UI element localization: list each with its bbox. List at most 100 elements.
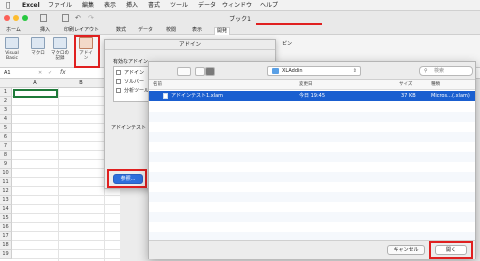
row-header[interactable]: 13 (0, 196, 12, 205)
macros-button[interactable]: マクロ (28, 37, 48, 66)
row-header[interactable]: 6 (0, 133, 12, 142)
row-header[interactable]: 14 (0, 205, 12, 214)
record-macro-icon (53, 37, 67, 49)
file-modified: 今日 19:45 (299, 93, 325, 99)
menu-format[interactable]: 書式 (148, 1, 160, 10)
record-macro-label: マクロの記録 (51, 51, 69, 61)
macro-icon (31, 37, 45, 49)
file-list-body[interactable] (149, 102, 475, 240)
column-name[interactable]: 名前 (153, 82, 162, 88)
tab-view[interactable]: 表示 (192, 27, 202, 34)
addins-list: アドイン ソルバー 分析ツール (113, 66, 153, 102)
row-header[interactable]: 7 (0, 142, 12, 151)
column-modified[interactable]: 変更日 (299, 82, 313, 88)
chevron-updown-icon: ⇕ (352, 68, 357, 74)
row-header[interactable]: 17 (0, 232, 12, 241)
row-header[interactable]: 16 (0, 223, 12, 232)
menu-data[interactable]: データ (198, 1, 216, 10)
menu-file[interactable]: ファイル (48, 1, 72, 10)
ribbon-tabs: ホーム 挿入 印刷レイアウト 数式 データ 校閲 表示 開発 (0, 26, 480, 35)
row-header[interactable]: 10 (0, 169, 12, 178)
tab-formulas[interactable]: 数式 (116, 27, 126, 34)
visual-basic-button[interactable]: Visual Basic (2, 37, 22, 66)
worksheet[interactable]: A B 1 2 3 4 5 6 7 8 9 10 11 12 13 14 15 16 17 18 19 (0, 79, 120, 261)
mac-menubar:  Excel ファイル 編集 表示 挿入 書式 ツール データ ウィンドウ ヘ… (0, 0, 480, 11)
row-header[interactable]: 11 (0, 178, 12, 187)
visual-basic-icon (5, 37, 19, 49)
tab-page-layout[interactable]: 印刷レイアウト (64, 27, 99, 34)
tab-insert[interactable]: 挿入 (40, 27, 50, 34)
tab-review[interactable]: 校閲 (166, 27, 176, 34)
row-gridline (12, 195, 120, 196)
row-header[interactable]: 15 (0, 214, 12, 223)
cancel-entry-icon[interactable]: ✕ (38, 70, 42, 76)
addins-button-highlight (74, 35, 100, 68)
menu-insert[interactable]: 挿入 (126, 1, 138, 10)
record-macro-button[interactable]: マクロの記録 (50, 37, 70, 66)
row-header[interactable]: 18 (0, 241, 12, 250)
file-size: 37 KB (401, 93, 416, 99)
row-header[interactable]: 2 (0, 97, 12, 106)
file-dialog-footer: キャンセル 開く (149, 240, 475, 259)
icon-view-icon[interactable] (195, 67, 205, 76)
open-file-dialog: XLAddin ⇕ ⚲ 検索 名前 変更日 サイズ 種類 アドインテスト1.xl… (148, 61, 476, 259)
confirm-entry-icon[interactable]: ✓ (48, 70, 52, 76)
location-popup[interactable]: XLAddin ⇕ (267, 66, 361, 76)
menu-view[interactable]: 表示 (104, 1, 116, 10)
row-gridline (12, 240, 120, 241)
cancel-button[interactable]: キャンセル (387, 245, 425, 255)
sidebar-toggle-icon[interactable] (177, 67, 191, 76)
file-row[interactable]: アドインテスト1.xlam 今日 19:45 37 KB Micros…(.xl… (149, 91, 475, 101)
file-kind: Micros…(.xlam) (431, 93, 470, 99)
macros-label: マクロ (31, 51, 45, 56)
row-gridline (12, 213, 120, 214)
addin-checkbox[interactable] (116, 70, 121, 75)
file-dialog-toolbar: XLAddin ⇕ ⚲ 検索 (149, 62, 475, 80)
row-header[interactable]: 1 (0, 88, 12, 97)
row-header[interactable]: 19 (0, 250, 12, 259)
search-field[interactable]: ⚲ 検索 (419, 66, 473, 76)
search-placeholder: 検索 (434, 68, 445, 74)
addin-item-label: ソルバー (124, 79, 145, 85)
open-button-highlight (429, 241, 473, 259)
row-header[interactable]: 9 (0, 160, 12, 169)
row-gridline (12, 249, 120, 250)
row-header[interactable]: 12 (0, 187, 12, 196)
tab-data[interactable]: データ (138, 27, 153, 34)
addins-dialog-title: アドイン (105, 40, 275, 50)
menu-edit[interactable]: 編集 (82, 1, 94, 10)
row-gridline (12, 258, 120, 259)
column-header-b[interactable]: B (58, 80, 104, 86)
apple-icon[interactable]:  (6, 1, 10, 10)
menu-window[interactable]: ウィンドウ (222, 1, 252, 10)
column-header-a[interactable]: A (12, 80, 58, 86)
column-size[interactable]: サイズ (399, 82, 412, 88)
title-highlight (256, 23, 322, 25)
tab-developer[interactable]: 開発 (214, 27, 231, 35)
addin-checkbox[interactable] (116, 88, 121, 93)
visual-basic-label: Visual Basic (5, 51, 19, 61)
xlam-file-icon (163, 93, 168, 99)
row-header[interactable]: 8 (0, 151, 12, 160)
ribbon-right-fragment: ピン (282, 41, 293, 47)
folder-icon (272, 68, 279, 74)
active-cell-a1[interactable] (13, 89, 58, 98)
menu-help[interactable]: ヘルプ (260, 1, 278, 10)
addin-description: アドインテスト (111, 125, 147, 131)
fx-icon[interactable]: fx (60, 69, 66, 76)
menu-tools[interactable]: ツール (170, 1, 188, 10)
row-gridline (12, 204, 120, 205)
name-box[interactable]: A1 (4, 70, 11, 76)
row-gridline (12, 231, 120, 232)
addin-checkbox[interactable] (116, 79, 121, 84)
window-title: ブック1 (229, 16, 251, 23)
file-list-header: 名前 変更日 サイズ 種類 (149, 80, 475, 90)
row-header[interactable]: 5 (0, 124, 12, 133)
column-kind[interactable]: 種類 (431, 82, 440, 88)
menu-excel[interactable]: Excel (22, 1, 40, 10)
row-header[interactable]: 4 (0, 115, 12, 124)
list-view-icon[interactable] (205, 67, 215, 76)
row-header[interactable]: 3 (0, 106, 12, 115)
search-icon: ⚲ (424, 68, 428, 74)
tab-home[interactable]: ホーム (6, 27, 21, 34)
